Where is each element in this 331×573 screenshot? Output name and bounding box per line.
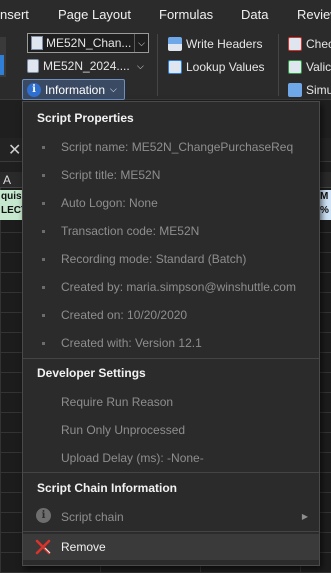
menu-divider <box>23 472 319 473</box>
menu-section-header: Script Properties <box>37 111 134 125</box>
bullet-icon <box>42 202 45 205</box>
menu-item-script-name: Script name: ME52N_ChangePurchaseReq <box>61 140 294 154</box>
bullet-icon <box>42 174 45 177</box>
ribbon-tab-bar: nsert Page Layout Formulas Data Review <box>0 0 331 30</box>
information-button[interactable]: i Information ⌵ <box>22 79 125 100</box>
close-icon[interactable]: ✕ <box>8 140 21 160</box>
bullet-icon <box>42 314 45 317</box>
menu-item-recording-mode: Recording mode: Standard (Batch) <box>61 252 247 266</box>
ribbon-left-icon-2 <box>0 55 4 75</box>
tab-insert[interactable]: nsert <box>0 7 29 22</box>
cell-text: quisi <box>1 191 22 202</box>
menu-item-script-chain: Script chain <box>61 510 124 524</box>
chevron-down-icon[interactable]: ⌵ <box>137 61 144 72</box>
bullet-icon <box>42 146 45 149</box>
menu-item-run-only-unprocessed: Run Only Unprocessed <box>61 423 186 437</box>
menu-item-upload-delay: Upload Delay (ms): -None- <box>61 451 204 465</box>
check-button[interactable]: Chec <box>288 34 331 54</box>
remove-label: Remove <box>61 540 106 554</box>
menu-section-header: Script Chain Information <box>37 481 178 495</box>
menu-item-auto-logon: Auto Logon: None <box>61 196 158 210</box>
menu-item-created-with: Created with: Version 12.1 <box>61 336 202 350</box>
menu-item-remove[interactable]: Remove <box>23 534 319 560</box>
information-dropdown-menu: Script Properties Script name: ME52N_Cha… <box>22 101 320 566</box>
column-header-a[interactable]: A <box>3 173 11 187</box>
bullet-icon <box>42 230 45 233</box>
menu-divider <box>23 531 319 532</box>
lookup-icon <box>168 60 182 74</box>
tab-formulas[interactable]: Formulas <box>159 7 213 22</box>
sheet-icon <box>27 59 39 73</box>
ribbon-separator <box>278 34 279 96</box>
simulate-label: Simu <box>306 83 331 97</box>
cell-text: LECT <box>1 205 22 216</box>
check-label: Chec <box>306 37 331 51</box>
simulate-button[interactable]: Simu <box>288 80 331 100</box>
simulate-icon <box>288 83 302 97</box>
information-label: Information <box>45 82 106 97</box>
bullet-icon <box>42 286 45 289</box>
chevron-down-icon[interactable]: ⌵ <box>134 34 148 52</box>
info-icon: i <box>27 82 41 97</box>
cell-text: M <box>320 191 329 202</box>
menu-item-transaction-code: Transaction code: ME52N <box>61 224 200 238</box>
menu-section-header: Developer Settings <box>37 366 146 380</box>
remove-x-icon <box>35 539 51 555</box>
script-select-combo[interactable]: ME52N_Chan... ⌵ <box>27 33 149 53</box>
lookup-values-label: Lookup Values <box>186 60 265 74</box>
menu-item-created-by: Created by: maria.simpson@winshuttle.com <box>61 280 296 294</box>
ribbon-separator <box>157 34 158 96</box>
data-file-combo[interactable]: ME52N_2024.... ⌵ <box>27 56 149 76</box>
menu-divider <box>23 358 319 359</box>
chevron-right-icon: ▶ <box>301 512 308 521</box>
lookup-values-button[interactable]: Lookup Values <box>168 57 265 77</box>
info-icon: i <box>36 508 51 523</box>
cell-text: % <box>320 205 329 216</box>
tab-review[interactable]: Review <box>297 7 331 22</box>
bullet-icon <box>42 342 45 345</box>
script-select-value: ME52N_Chan... <box>46 36 132 50</box>
tab-data[interactable]: Data <box>241 7 268 22</box>
menu-item-require-run-reason: Require Run Reason <box>61 395 174 409</box>
menu-item-script-title: Script title: ME52N <box>61 168 161 182</box>
sheet-icon <box>31 36 43 50</box>
validate-button[interactable]: Valic <box>288 57 331 77</box>
header-cell-left[interactable]: quisi LECT <box>0 190 22 220</box>
write-headers-label: Write Headers <box>186 37 263 51</box>
validate-icon <box>288 60 302 74</box>
tab-page-layout[interactable]: Page Layout <box>58 7 131 22</box>
write-headers-button[interactable]: Write Headers <box>168 34 262 54</box>
check-icon <box>288 37 302 51</box>
bullet-icon <box>42 258 45 261</box>
menu-item-created-on: Created on: 10/20/2020 <box>61 308 188 322</box>
validate-label: Valic <box>306 60 331 74</box>
chevron-down-icon: ⌵ <box>110 84 117 94</box>
data-file-value: ME52N_2024.... <box>43 59 130 73</box>
grid-icon <box>168 37 182 51</box>
